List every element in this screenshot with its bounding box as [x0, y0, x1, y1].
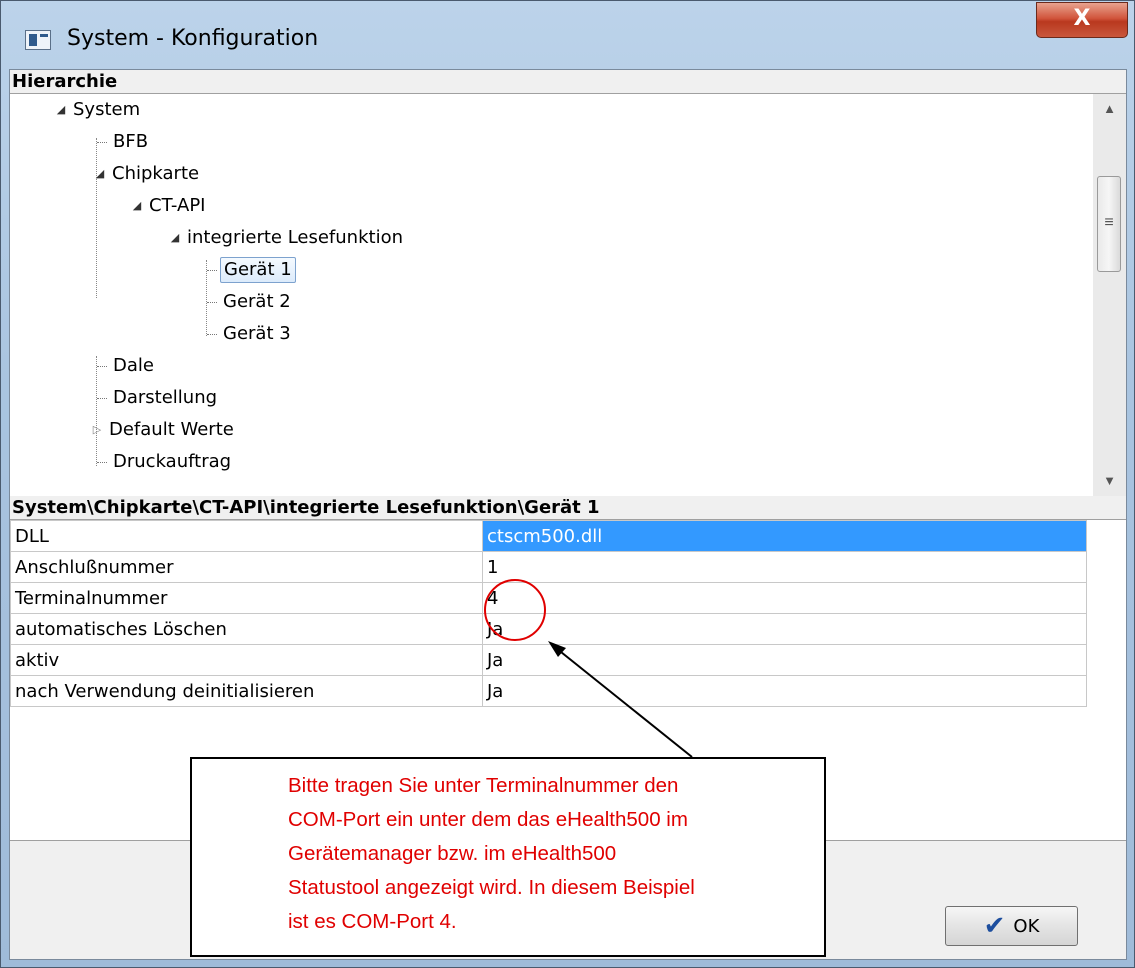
property-row-deinitialisieren[interactable]: nach Verwendung deinitialisieren Ja	[10, 675, 1087, 707]
tree-node-druckauftrag[interactable]: Druckauftrag	[97, 448, 234, 476]
tree-node-default-werte[interactable]: ▷ Default Werte	[90, 416, 237, 444]
tree-connector-line	[97, 365, 107, 367]
property-value-terminalnummer[interactable]: 4	[482, 582, 1087, 614]
selected-node-label: Gerät 1	[220, 257, 296, 283]
scroll-down-icon[interactable]: ▼	[1093, 466, 1126, 496]
ok-button-label: OK	[1013, 915, 1040, 937]
tree-node-geraet-3[interactable]: Gerät 3	[207, 320, 294, 348]
tree-node-integrierte-lesefunktion[interactable]: ◢ integrierte Lesefunktion	[168, 224, 406, 252]
hierarchy-tree[interactable]: ◢ System BFB ◢ Chipkarte ◢ CT-API ◢ inte…	[10, 94, 1126, 496]
tree-node-bfb[interactable]: BFB	[97, 128, 151, 156]
property-key: automatisches Löschen	[10, 613, 483, 645]
window-title: System - Konfiguration	[67, 26, 319, 51]
ok-button[interactable]: ✔ OK	[945, 906, 1078, 946]
property-row-anschlussnummer[interactable]: Anschlußnummer 1	[10, 551, 1087, 583]
property-key: Terminalnummer	[10, 582, 483, 614]
property-key: aktiv	[10, 644, 483, 676]
tree-node-system[interactable]: ◢ System	[54, 96, 143, 124]
collapsed-triangle-icon[interactable]: ▷	[90, 416, 104, 444]
tree-connector-line	[207, 269, 217, 271]
annotation-line: Gerätemanager bzw. im eHealth500	[288, 842, 617, 865]
close-button[interactable]: X	[1036, 2, 1128, 38]
annotation-callout: Bitte tragen Sie unter Terminalnummer de…	[190, 757, 826, 957]
property-row-automatisches-loeschen[interactable]: automatisches Löschen Ja	[10, 613, 1087, 645]
property-key: Anschlußnummer	[10, 551, 483, 583]
property-row-aktiv[interactable]: aktiv Ja	[10, 644, 1087, 676]
tree-node-geraet-1[interactable]: Gerät 1	[207, 256, 296, 284]
tree-node-dale[interactable]: Dale	[97, 352, 157, 380]
expanded-triangle-icon[interactable]: ◢	[168, 224, 182, 252]
expanded-triangle-icon[interactable]: ◢	[93, 160, 107, 188]
property-key: DLL	[10, 520, 483, 552]
tree-node-chipkarte[interactable]: ◢ Chipkarte	[93, 160, 202, 188]
tree-connector-line	[207, 301, 217, 303]
tree-connector-line	[97, 397, 107, 399]
property-value-dll[interactable]: ctscm500.dll	[482, 520, 1087, 552]
property-value-aktiv[interactable]: Ja	[482, 644, 1087, 676]
tree-connector-line	[97, 141, 107, 143]
app-icon	[25, 30, 51, 50]
tree-node-ct-api[interactable]: ◢ CT-API	[130, 192, 209, 220]
tree-node-darstellung[interactable]: Darstellung	[97, 384, 220, 412]
tree-scrollbar[interactable]: ▲ ≡ ▼	[1093, 94, 1126, 496]
expanded-triangle-icon[interactable]: ◢	[54, 96, 68, 124]
tree-connector-line	[97, 461, 107, 463]
annotation-line: COM-Port ein unter dem das eHealth500 im	[288, 808, 688, 831]
scroll-up-icon[interactable]: ▲	[1093, 94, 1126, 124]
tree-node-geraet-2[interactable]: Gerät 2	[207, 288, 294, 316]
annotation-line: Bitte tragen Sie unter Terminalnummer de…	[288, 774, 679, 797]
title-bar[interactable]: System - Konfiguration X	[1, 1, 1134, 69]
annotation-line: ist es COM-Port 4.	[288, 910, 457, 933]
annotation-line: Statustool angezeigt wird. In diesem Bei…	[288, 876, 695, 899]
property-value-anschlussnummer[interactable]: 1	[482, 551, 1087, 583]
property-value-automatisches-loeschen[interactable]: Ja	[482, 613, 1087, 645]
property-value-deinitialisieren[interactable]: Ja	[482, 675, 1087, 707]
property-path-header: System\Chipkarte\CT-API\integrierte Lese…	[10, 496, 1126, 520]
expanded-triangle-icon[interactable]: ◢	[130, 192, 144, 220]
property-table: DLL ctscm500.dll Anschlußnummer 1 Termin…	[10, 520, 1087, 707]
hierarchy-header: Hierarchie	[10, 70, 1126, 94]
property-row-dll[interactable]: DLL ctscm500.dll	[10, 520, 1087, 552]
tree-connector-line	[207, 333, 217, 335]
property-row-terminalnummer[interactable]: Terminalnummer 4	[10, 582, 1087, 614]
property-key: nach Verwendung deinitialisieren	[10, 675, 483, 707]
checkmark-icon: ✔	[983, 911, 1006, 941]
scroll-grip-icon[interactable]: ≡	[1097, 176, 1121, 272]
